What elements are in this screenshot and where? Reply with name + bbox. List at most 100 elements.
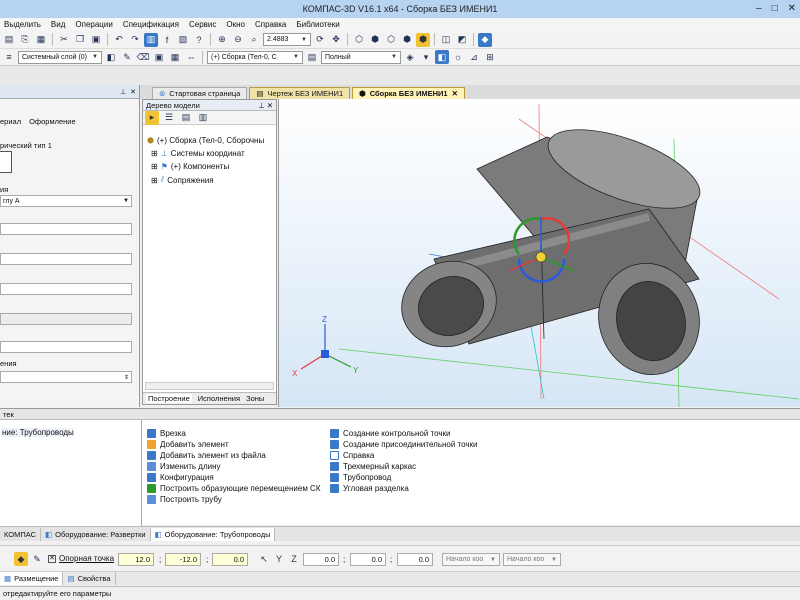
texture-icon[interactable]: ◧ [435, 50, 449, 64]
wireframe-icon[interactable]: ⬢ [368, 33, 382, 47]
section-icon[interactable]: ◩ [455, 33, 469, 47]
grid-icon[interactable]: ▦ [168, 50, 182, 64]
z-axis-icon[interactable]: Z [287, 552, 301, 566]
tab-build[interactable]: Построение [146, 394, 192, 403]
layer-combo[interactable]: Системный слой (0) ▼ [18, 50, 102, 64]
close-icon[interactable]: ✕ [452, 89, 458, 98]
horizontal-scrollbar[interactable] [145, 382, 274, 390]
menu-item[interactable]: Операции [75, 20, 112, 29]
command-item[interactable]: Добавить элемент [147, 440, 229, 449]
command-item[interactable]: Изменить длину [147, 462, 221, 471]
param-field[interactable] [0, 341, 132, 353]
measure-icon[interactable]: ⊿ [467, 50, 481, 64]
command-item[interactable]: Справка [330, 451, 374, 460]
tab-properties[interactable]: ▤ Свойства [63, 572, 116, 585]
tree-root[interactable]: ⬢ (+) Сборка (Тел-0, Сборочны [147, 136, 264, 145]
tab-drawing[interactable]: ▤ Чертеж БЕЗ ИМЕНИ1 [249, 87, 351, 99]
menu-item[interactable]: Выделить [4, 20, 41, 29]
expand-icon[interactable]: ⊞ [151, 149, 158, 158]
y-axis-icon[interactable]: Y [272, 552, 286, 566]
x2-input[interactable]: 0.0 [303, 553, 339, 566]
tab-kompas[interactable]: КОМПАС [0, 527, 42, 541]
angle-combo[interactable]: глу А ▼ [0, 195, 132, 207]
origin-combo[interactable]: Начало коо ▼ [442, 553, 500, 566]
rotate-icon[interactable]: ⟳ [313, 33, 327, 47]
param-field[interactable] [0, 313, 132, 325]
library-tree-item[interactable]: ние: Трубопроводы [2, 428, 74, 437]
pencil-icon[interactable]: ✎ [30, 552, 44, 566]
dims-icon[interactable]: ⊞ [483, 50, 497, 64]
menu-item[interactable]: Вид [51, 20, 65, 29]
y2-input[interactable]: 0.0 [350, 553, 386, 566]
command-item[interactable]: Добавить элемент из файла [147, 451, 266, 460]
menu-item[interactable]: Спецификация [123, 20, 179, 29]
copy-icon[interactable]: ❐ [73, 33, 87, 47]
view-options-icon[interactable]: ▾ [419, 50, 433, 64]
tree-item-components[interactable]: ⊞ ⚑ (+) Компоненты [151, 162, 229, 171]
tree-item-mates[interactable]: ⊞ ⫽ Сопряжения [151, 175, 214, 185]
x1-input[interactable]: 12.0 [118, 553, 154, 566]
display-combo[interactable]: Полный ▼ [321, 50, 401, 64]
z1-input[interactable]: 0.0 [212, 553, 248, 566]
menu-item[interactable]: Сервис [189, 20, 216, 29]
filter-icon[interactable]: ◆ [478, 32, 492, 47]
new-document-icon[interactable]: ▤ [2, 33, 16, 47]
zoom-combo[interactable]: 2.4883 ▼ [263, 33, 311, 46]
command-item[interactable]: Построить образующие перемещением СК [147, 484, 321, 493]
tab-assembly[interactable]: ⬢ Сборка БЕЗ ИМЕНИ1 ✕ [352, 87, 465, 99]
spin-arrows-icon[interactable]: ⇕ [124, 374, 129, 381]
color-icon[interactable]: ◧ [104, 50, 118, 64]
origin-combo-2[interactable]: Начало коо ▼ [503, 553, 561, 566]
orientation-icon[interactable]: ⬡ [352, 33, 366, 47]
close-icon[interactable]: ✕ [788, 3, 796, 14]
tab-design[interactable]: Оформление [29, 117, 76, 126]
help-icon[interactable]: ? [192, 33, 206, 47]
arrows-icon[interactable]: ⇔ [184, 50, 198, 64]
command-item[interactable]: Трехмерный каркас [330, 462, 416, 471]
open-icon[interactable]: ⎘ [18, 33, 32, 47]
param-field[interactable] [0, 283, 132, 295]
pin-icon[interactable]: ⊥ [120, 88, 126, 96]
tree-item-coordinates[interactable]: ⊞ ⊥ Системы координат [151, 149, 245, 158]
tab-material[interactable]: ериал [0, 117, 21, 126]
shaded-icon[interactable]: ⬢ [400, 33, 414, 47]
maximize-icon[interactable]: □ [772, 3, 778, 14]
menu-item[interactable]: Окно [226, 20, 245, 29]
tab-placement[interactable]: ▦ Размещение [0, 572, 64, 585]
zoom-out-icon[interactable]: ⊖ [231, 33, 245, 47]
perspective-icon[interactable]: ◫ [439, 33, 453, 47]
layers-icon[interactable]: ≡ [2, 50, 16, 64]
tree-export-icon[interactable]: ▥ [196, 111, 210, 125]
y1-input[interactable]: -12.0 [165, 553, 201, 566]
close-icon[interactable]: ✕ [130, 88, 136, 96]
zoom-window-icon[interactable]: ⌕ [247, 33, 261, 47]
3d-viewport[interactable]: Z X Y [278, 99, 800, 407]
tab-start-page[interactable]: ⊛ Стартовая страница [152, 87, 248, 99]
tree-mode-icon[interactable]: ▸ [145, 110, 159, 125]
tab-versions[interactable]: Исполнения [198, 394, 240, 403]
command-item[interactable]: Трубопровод [330, 473, 391, 482]
spin-field[interactable]: ⇕ [0, 371, 132, 383]
light-icon[interactable]: ☼ [451, 50, 465, 64]
tab-zones[interactable]: Зоны [246, 394, 264, 403]
undo-icon[interactable]: ↶ [112, 33, 126, 47]
redo-icon[interactable]: ↷ [128, 33, 142, 47]
z2-input[interactable]: 0.0 [397, 553, 433, 566]
param-field[interactable] [0, 223, 132, 235]
expand-icon[interactable]: ⊞ [151, 162, 158, 171]
tree-filter-icon[interactable]: ▤ [179, 111, 193, 125]
command-item[interactable]: Создание контрольной точки [330, 429, 451, 438]
tree-view-icon[interactable]: ☰ [162, 111, 176, 125]
paste-icon[interactable]: ▣ [89, 33, 103, 47]
variables-icon[interactable]: f [160, 33, 174, 47]
minimize-icon[interactable]: – [756, 3, 762, 14]
command-item[interactable]: Врезка [147, 429, 186, 438]
tab-equipment-pipes[interactable]: ◧ Оборудование: Трубопроводы [150, 527, 276, 541]
edit-icon[interactable]: ▤ [305, 50, 319, 64]
command-item[interactable]: Создание присоединительной точки [330, 440, 478, 449]
properties-icon[interactable]: ▧ [176, 33, 190, 47]
expand-icon[interactable]: ⊞ [151, 176, 158, 185]
menu-item[interactable]: Справка [255, 20, 286, 29]
cancel-icon[interactable]: ✕ [48, 555, 56, 563]
pin-icon[interactable]: ⊥ ✕ [258, 101, 273, 110]
